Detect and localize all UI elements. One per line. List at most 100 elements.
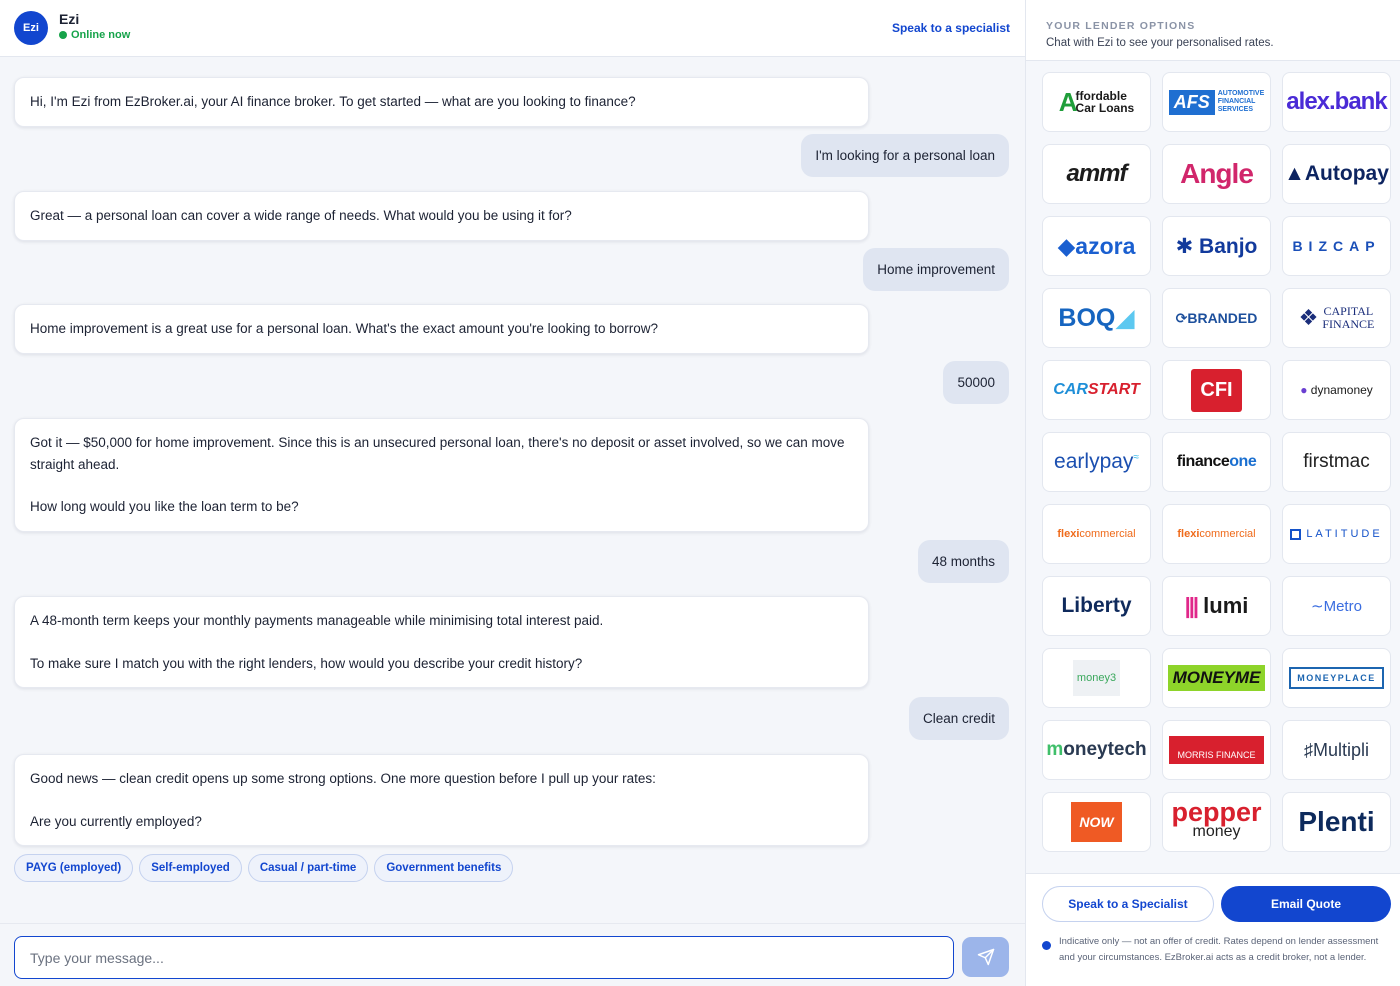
lender-logo-multipli: ♯Multipli	[1303, 739, 1369, 760]
message-text: Good news — clean credit opens up some s…	[30, 771, 656, 786]
lender-logo-branded: ⟳BRANDED	[1175, 309, 1258, 326]
lender-tile-branded[interactable]: ⟳BRANDED	[1162, 288, 1271, 348]
user-message: Clean credit	[908, 697, 1009, 740]
lender-tile-moneyplace[interactable]: MONEYPLACE	[1282, 648, 1391, 708]
message-text: A 48-month term keeps your monthly payme…	[30, 613, 604, 628]
lender-tile-cfi[interactable]: CFI	[1162, 360, 1271, 420]
lender-tile-multipli[interactable]: ♯Multipli	[1282, 720, 1391, 780]
avatar: Ezi	[14, 11, 48, 45]
lender-logo-now-finance: NOW	[1071, 802, 1122, 842]
bot-message: Good news — clean credit opens up some s…	[14, 754, 869, 846]
lender-tile-boq[interactable]: BOQ◢	[1042, 288, 1151, 348]
lender-tile-moneytech[interactable]: moneytech	[1042, 720, 1151, 780]
lender-tile-financeone[interactable]: financeone	[1162, 432, 1271, 492]
lender-logo-ammf: ammf	[1066, 160, 1127, 187]
lender-logo-azora: ◆azora	[1057, 232, 1136, 259]
lender-tile-pepper-money[interactable]: pepper money	[1162, 792, 1271, 852]
speak-to-specialist-button[interactable]: Speak to a Specialist	[1042, 886, 1214, 922]
message-list: Hi, I'm Ezi from EzBroker.ai, your AI fi…	[0, 58, 1025, 923]
lender-tile-latitude[interactable]: LATITUDE	[1282, 504, 1391, 564]
lender-tile-carstart[interactable]: CARSTART	[1042, 360, 1151, 420]
quick-reply-casual[interactable]: Casual / part-time	[247, 854, 369, 882]
lender-logo-earlypay: earlypay≈	[1054, 450, 1139, 473]
bot-message: A 48-month term keeps your monthly payme…	[14, 596, 869, 688]
lender-tile-autopay[interactable]: ▲Autopay	[1282, 144, 1391, 204]
lender-logo-affordable-car-loans: Affordable Car Loans	[1058, 87, 1135, 117]
lender-logo-angle: Angle	[1180, 158, 1254, 189]
user-message: 48 months	[917, 540, 1009, 583]
email-quote-button[interactable]: Email Quote	[1221, 886, 1391, 922]
sidebar-subtitle: Chat with Ezi to see your personalised r…	[1046, 37, 1274, 49]
lender-logo-financeone: financeone	[1176, 453, 1257, 470]
lender-tile-flexicommercial-2[interactable]: flexicommercial	[1162, 504, 1271, 564]
lender-logo-firstmac: firstmac	[1303, 451, 1370, 472]
lender-grid-scroll[interactable]: Affordable Car Loans AFS AUTOMOTIVE FINANCIA…	[1026, 62, 1400, 872]
composer	[0, 923, 1025, 986]
lender-logo-liberty: Liberty	[1061, 594, 1132, 617]
lender-tile-metro[interactable]: ∼Metro	[1282, 576, 1391, 636]
lender-tile-angle[interactable]: Angle	[1162, 144, 1271, 204]
chat-header: Ezi Ezi Online now Speak to a specialist	[0, 0, 1025, 57]
message-text: Hi, I'm Ezi from EzBroker.ai, your AI fi…	[30, 94, 636, 109]
lender-logo-cfi: CFI	[1191, 368, 1242, 412]
message-text: Are you currently employed?	[30, 813, 202, 829]
lender-logo-latitude: LATITUDE	[1290, 528, 1382, 540]
message-text: Got it — $50,000 for home improvement. S…	[30, 435, 845, 472]
lender-tile-firstmac[interactable]: firstmac	[1282, 432, 1391, 492]
lender-logo-moneytech: moneytech	[1046, 739, 1147, 760]
quick-replies: PAYG (employed) Self-employed Casual / p…	[14, 854, 514, 882]
lender-tile-alex-bank[interactable]: alex.bank	[1282, 72, 1391, 132]
lender-tile-azora[interactable]: ◆azora	[1042, 216, 1151, 276]
lender-logo-bizcap: BIZCAP	[1292, 238, 1381, 254]
sidebar-header: YOUR LENDER OPTIONS Chat with Ezi to see…	[1026, 0, 1400, 61]
speak-to-specialist-link[interactable]: Speak to a specialist	[892, 21, 1010, 35]
send-button[interactable]	[962, 937, 1009, 977]
quick-reply-government-benefits[interactable]: Government benefits	[374, 854, 514, 882]
lender-logo-pepper-money: pepper money	[1171, 797, 1262, 841]
lender-tile-afs[interactable]: AFS AUTOMOTIVE FINANCIAL SERVICES	[1162, 72, 1271, 132]
bot-message: Got it — $50,000 for home improvement. S…	[14, 418, 869, 532]
lender-logo-plenti: Plenti	[1298, 806, 1375, 837]
lender-logo-alex-bank: alex.bank	[1286, 88, 1387, 115]
bot-message: Great — a personal loan can cover a wide…	[14, 191, 869, 241]
info-dot-icon	[1042, 941, 1051, 950]
agent-name: Ezi	[59, 11, 80, 27]
chat-panel: Ezi Ezi Online now Speak to a specialist…	[0, 0, 1025, 986]
lender-logo-lumi: ||| lumi	[1184, 593, 1249, 618]
lender-tile-flexicommercial-1[interactable]: flexicommercial	[1042, 504, 1151, 564]
quick-reply-payg[interactable]: PAYG (employed)	[14, 854, 134, 882]
lender-tile-capital-finance[interactable]: ❖ CAPITAL FINANCE	[1282, 288, 1391, 348]
lender-logo-carstart: CARSTART	[1053, 381, 1140, 398]
disclaimer: Indicative only — not an offer of credit…	[1042, 934, 1392, 965]
lender-tile-bizcap[interactable]: BIZCAP	[1282, 216, 1391, 276]
lender-tile-plenti[interactable]: Plenti	[1282, 792, 1391, 852]
message-input[interactable]	[14, 936, 954, 979]
lender-tile-now-finance[interactable]: NOW	[1042, 792, 1151, 852]
lender-tile-affordable-car-loans[interactable]: Affordable Car Loans	[1042, 72, 1151, 132]
lender-logo-dynamoney: ● dynamoney	[1300, 383, 1373, 397]
user-message: 50000	[943, 361, 1009, 404]
message-text: Great — a personal loan can cover a wide…	[30, 208, 572, 223]
lender-logo-flexicommercial-1: flexicommercial	[1057, 528, 1136, 540]
lender-tile-earlypay[interactable]: earlypay≈	[1042, 432, 1151, 492]
lender-tile-banjo[interactable]: ✱ Banjo	[1162, 216, 1271, 276]
lender-logo-flexicommercial-2: flexicommercial	[1177, 528, 1256, 540]
online-status: Online now	[59, 29, 130, 41]
lender-tile-liberty[interactable]: Liberty	[1042, 576, 1151, 636]
lender-logo-autopay: ▲Autopay	[1284, 162, 1389, 185]
bot-message: Home improvement is a great use for a pe…	[14, 304, 869, 354]
bot-message: Hi, I'm Ezi from EzBroker.ai, your AI fi…	[14, 77, 869, 127]
lender-tile-lumi[interactable]: ||| lumi	[1162, 576, 1271, 636]
lender-tile-morris-finance[interactable]: MORRIS FINANCE	[1162, 720, 1271, 780]
send-icon	[977, 948, 994, 966]
lender-tile-money3[interactable]: money3	[1042, 648, 1151, 708]
lender-logo-morris-finance: MORRIS FINANCE	[1169, 736, 1264, 764]
quick-reply-self-employed[interactable]: Self-employed	[139, 854, 242, 882]
lender-sidebar: YOUR LENDER OPTIONS Chat with Ezi to see…	[1025, 0, 1400, 986]
disclaimer-text: Indicative only — not an offer of credit…	[1059, 936, 1379, 963]
lender-logo-money3: money3	[1072, 660, 1121, 696]
lender-tile-moneyme[interactable]: MONEYME	[1162, 648, 1271, 708]
lender-tile-ammf[interactable]: ammf	[1042, 144, 1151, 204]
lender-tile-dynamoney[interactable]: ● dynamoney	[1282, 360, 1391, 420]
sidebar-footer: Speak to a Specialist Email Quote Indica…	[1026, 873, 1400, 986]
